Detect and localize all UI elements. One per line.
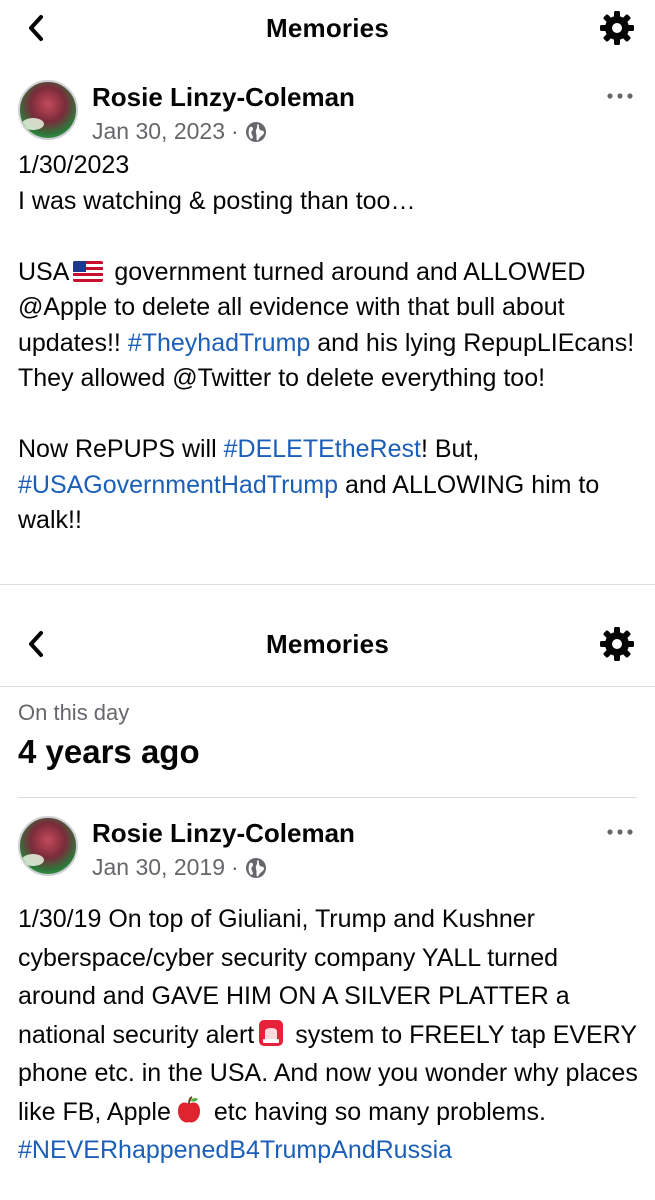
back-button[interactable] xyxy=(18,626,54,662)
settings-button[interactable] xyxy=(597,8,637,48)
top-header: Memories xyxy=(0,0,655,56)
memory-age: 4 years ago xyxy=(18,733,200,770)
hashtag-link[interactable]: #TheyhadTrump xyxy=(128,329,311,357)
post-text: USA xyxy=(18,257,70,286)
post-author[interactable]: Rosie Linzy-Coleman xyxy=(92,82,355,113)
divider xyxy=(18,797,637,798)
post-meta: Jan 30, 2019 · xyxy=(92,854,267,881)
page-title: Memories xyxy=(266,12,389,43)
post1-header: Rosie Linzy-Coleman Jan 30, 2023 · xyxy=(18,80,638,144)
more-options-button[interactable] xyxy=(602,820,638,844)
settings-button[interactable] xyxy=(597,624,637,664)
red-apple-emoji xyxy=(175,1095,203,1125)
post-meta: Jan 30, 2023 · xyxy=(92,118,267,145)
meta-separator: · xyxy=(231,118,239,144)
divider xyxy=(0,686,655,687)
post1-body: 1/30/2023 I was watching & posting than … xyxy=(18,148,638,539)
post-date[interactable]: Jan 30, 2019 xyxy=(92,854,225,881)
ellipsis-icon xyxy=(607,829,633,835)
post-date[interactable]: Jan 30, 2023 xyxy=(92,118,225,145)
post-text-line: I was watching & posting than too… xyxy=(18,186,416,215)
ellipsis-icon xyxy=(607,93,633,99)
gear-icon xyxy=(600,11,634,45)
post-text-line: 1/30/2023 xyxy=(18,151,130,179)
post-paragraph: #NEVERhappenedB4TrumpAndRussia xyxy=(18,1131,638,1170)
post2-body: 1/30/19 On top of Giuliani, Trump and Ku… xyxy=(18,900,638,1170)
gear-icon xyxy=(600,627,634,661)
post-text: Now RePUPS will xyxy=(18,435,217,463)
globe-icon xyxy=(245,121,266,142)
page-title: Memories xyxy=(266,628,389,659)
more-options-button[interactable] xyxy=(602,84,638,108)
avatar[interactable] xyxy=(18,816,78,876)
police-light-emoji xyxy=(258,1019,284,1047)
chevron-left-icon xyxy=(29,15,43,41)
hashtag-link[interactable]: #DELETEtheRest xyxy=(224,435,421,463)
post-text: etc having so many problems. xyxy=(213,1097,546,1126)
globe-icon xyxy=(245,857,266,878)
post-paragraph: USA government turned around and ALLOWED… xyxy=(18,255,638,397)
post-paragraph: Now RePUPS will #DELETEtheRest! But, #US… xyxy=(18,432,638,539)
memories-header: Memories xyxy=(0,616,655,672)
meta-separator: · xyxy=(231,854,239,880)
post-author[interactable]: Rosie Linzy-Coleman xyxy=(92,818,355,849)
memory-label: On this day xyxy=(18,700,130,725)
post2-header: Rosie Linzy-Coleman Jan 30, 2019 · xyxy=(18,816,638,880)
back-button[interactable] xyxy=(18,10,54,46)
post-text: ! But, xyxy=(420,435,480,463)
us-flag-emoji xyxy=(73,260,104,282)
hashtag-link[interactable]: #NEVERhappenedB4TrumpAndRussia xyxy=(18,1136,452,1164)
avatar[interactable] xyxy=(18,80,78,140)
hashtag-link[interactable]: #USAGovernmentHadTrump xyxy=(18,471,338,499)
post-paragraph: 1/30/19 On top of Giuliani, Trump and Ku… xyxy=(18,900,638,1131)
divider xyxy=(0,584,655,585)
chevron-left-icon xyxy=(29,631,43,657)
